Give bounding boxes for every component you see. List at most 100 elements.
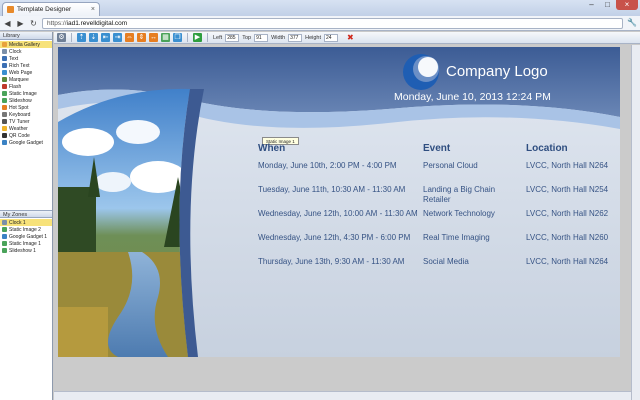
schedule-header: When Event Location (258, 143, 614, 155)
library-item-icon (2, 49, 7, 54)
library-item[interactable]: Text (0, 55, 52, 62)
library-item-label: Rich Text (9, 62, 30, 69)
zone-item-icon (2, 248, 7, 253)
designer-toolbar: ⚙ ⇡ ⇣ ⇤ ⇥ ⇔ ⇕ ↔ ▦ ❐ ▶ Left 285 Top 91 Width 377 Height 24 ✖ (54, 32, 640, 44)
align-left-button[interactable]: ⇤ (101, 33, 110, 42)
zone-item-label: Clock 1 (9, 219, 26, 226)
address-scheme: https:// (47, 19, 67, 27)
schedule-row: Thursday, June 13th, 9:30 AM - 11:30 AM S… (258, 257, 614, 281)
zone-item[interactable]: Slideshow 1 (0, 247, 52, 254)
wrench-icon[interactable]: 🔧 (627, 18, 637, 28)
template-preview[interactable]: Company Logo Monday, June 10, 2013 12:24… (58, 47, 620, 357)
zone-item-label: Slideshow 1 (9, 247, 36, 254)
schedule-event: Real Time Imaging (423, 233, 490, 242)
library-item-label: TV Tuner (9, 118, 30, 125)
zone-item-icon (2, 234, 7, 239)
library-item-label: Text (9, 55, 19, 62)
window-controls: – □ × (584, 0, 638, 10)
favicon-icon (7, 6, 14, 13)
vertical-scrollbar[interactable] (631, 45, 640, 400)
field-input[interactable]: 377 (288, 33, 303, 42)
address-bar[interactable]: https://iad1.revelldigital.com (42, 17, 623, 29)
library-item-icon (2, 91, 7, 96)
library-item-label: Media Gallery (9, 41, 40, 48)
library-item-icon (2, 77, 7, 82)
preview-button[interactable]: ▶ (193, 33, 202, 42)
zone-item[interactable]: Clock 1 (0, 219, 52, 226)
schedule-when: Wednesday, June 12th, 10:00 AM - 11:30 A… (258, 209, 418, 218)
library-item-icon (2, 70, 7, 75)
delete-icon[interactable]: ✖ (347, 33, 354, 42)
schedule-event: Social Media (423, 257, 469, 266)
field-label: Left (213, 34, 223, 41)
center-v-button[interactable]: ⇕ (137, 33, 146, 42)
field-input[interactable]: 285 (225, 33, 240, 42)
zone-item[interactable]: Static Image 2 (0, 226, 52, 233)
library-item[interactable]: TV Tuner (0, 118, 52, 125)
field-label: Width (271, 34, 286, 41)
library-item[interactable]: Slideshow (0, 97, 52, 104)
zones-header: My Zones (0, 210, 52, 218)
send-back-button[interactable]: ⇣ (89, 33, 98, 42)
forward-button[interactable]: ▶ (16, 19, 25, 28)
library-item[interactable]: Web Page (0, 69, 52, 76)
company-logo-text: Company Logo (446, 63, 548, 80)
schedule-row: Wednesday, June 12th, 4:30 PM - 6:00 PM R… (258, 233, 614, 257)
library-item-label: Slideshow (9, 97, 32, 104)
library-item-icon (2, 126, 7, 131)
align-right-button[interactable]: ⇥ (113, 33, 122, 42)
field-input[interactable]: 91 (254, 33, 269, 42)
fit-width-button[interactable]: ↔ (149, 33, 158, 42)
schedule-row: Wednesday, June 12th, 10:00 AM - 11:30 A… (258, 209, 614, 233)
library-list: Media Gallery Clock Text Rich Text Web Page M… (0, 40, 52, 146)
tab-title: Template Designer (17, 6, 72, 13)
library-item[interactable]: Clock (0, 48, 52, 55)
library-item-icon (2, 140, 7, 145)
copy-button[interactable]: ❐ (173, 33, 182, 42)
center-h-button[interactable]: ⇔ (125, 33, 134, 42)
library-item-label: Hot Spot (9, 104, 29, 111)
library-item[interactable]: Weather (0, 125, 52, 132)
library-item[interactable]: Google Gadget (0, 139, 52, 146)
address-host: iad1.revelldigital.com (66, 19, 128, 27)
browser-tab[interactable]: Template Designer × (2, 2, 100, 16)
schedule-table: When Event Location Monday, June 10th, 2… (258, 143, 614, 281)
toolbar-separator (187, 33, 188, 42)
bring-front-button[interactable]: ⇡ (77, 33, 86, 42)
field-label: Height (305, 34, 322, 41)
library-item-icon (2, 112, 7, 117)
horizontal-scrollbar[interactable] (54, 391, 631, 400)
library-item[interactable]: QR Code (0, 132, 52, 139)
library-item-icon (2, 84, 7, 89)
zone-item[interactable]: Google Gadget 1 (0, 233, 52, 240)
header-when: When (258, 143, 286, 154)
library-item-icon (2, 133, 7, 138)
schedule-when: Thursday, June 13th, 9:30 AM - 11:30 AM (258, 257, 405, 266)
settings-button[interactable]: ⚙ (57, 33, 66, 42)
library-item[interactable]: Hot Spot (0, 104, 52, 111)
reload-button[interactable]: ↻ (29, 19, 38, 28)
back-button[interactable]: ◀ (3, 19, 12, 28)
maximize-button[interactable]: □ (600, 0, 615, 10)
close-window-button[interactable]: × (616, 0, 638, 10)
library-item[interactable]: Marquee (0, 76, 52, 83)
library-item[interactable]: Media Gallery (0, 41, 52, 48)
library-item-label: Static Image (9, 90, 37, 97)
toolbar-separator (71, 33, 72, 42)
schedule-location: LVCC, North Hall N254 (526, 185, 609, 194)
schedule-event: Network Technology (423, 209, 495, 218)
field-input[interactable]: 24 (324, 33, 339, 42)
library-item-label: Keyboard (9, 111, 31, 118)
zone-item-icon (2, 220, 7, 225)
zone-item-label: Static Image 2 (9, 226, 41, 233)
minimize-button[interactable]: – (584, 0, 599, 10)
library-item[interactable]: Keyboard (0, 111, 52, 118)
tab-close-icon[interactable]: × (91, 6, 95, 13)
company-logo-icon (403, 54, 439, 90)
library-item-label: Flash (9, 83, 22, 90)
zone-item[interactable]: Static Image 1 (0, 240, 52, 247)
library-item[interactable]: Static Image (0, 90, 52, 97)
library-item[interactable]: Rich Text (0, 62, 52, 69)
library-item[interactable]: Flash (0, 83, 52, 90)
grid-button[interactable]: ▦ (161, 33, 170, 42)
